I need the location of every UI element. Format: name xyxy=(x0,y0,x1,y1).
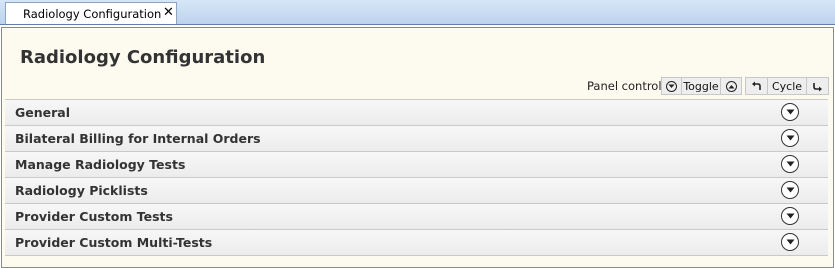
panel-control-label: Panel control xyxy=(587,79,662,93)
panel-label: Radiology Picklists xyxy=(15,183,148,198)
chevron-down-icon[interactable] xyxy=(781,207,799,225)
cycle-back-button[interactable] xyxy=(746,78,768,94)
cycle-forward-icon xyxy=(813,82,822,91)
panel-row-general[interactable]: General xyxy=(5,100,828,126)
main-panel: Radiology Configuration Panel control To… xyxy=(1,27,834,268)
tab-label: Radiology Configuration xyxy=(23,7,162,21)
expand-all-icon xyxy=(666,80,677,92)
cycle-back-icon xyxy=(752,81,761,90)
panel-label: Bilateral Billing for Internal Orders xyxy=(15,131,261,146)
chevron-down-icon[interactable] xyxy=(781,129,799,147)
chevron-down-icon[interactable] xyxy=(781,103,799,121)
panel-row-bilateral-billing[interactable]: Bilateral Billing for Internal Orders xyxy=(5,126,828,152)
chevron-down-icon[interactable] xyxy=(781,155,799,173)
close-icon[interactable]: ✕ xyxy=(163,5,174,21)
collapse-all-button[interactable] xyxy=(721,78,741,94)
tab-bar: Radiology Configuration ✕ xyxy=(0,0,835,25)
chevron-down-icon[interactable] xyxy=(781,181,799,199)
cycle-control-group: Cycle xyxy=(745,77,829,95)
panel-label: Provider Custom Tests xyxy=(15,209,173,224)
panel-row-manage-radiology-tests[interactable]: Manage Radiology Tests xyxy=(5,152,828,178)
cycle-button[interactable]: Cycle xyxy=(768,78,807,94)
panel-row-provider-custom-multi-tests[interactable]: Provider Custom Multi-Tests xyxy=(5,230,828,256)
panel-row-provider-custom-tests[interactable]: Provider Custom Tests xyxy=(5,204,828,230)
cycle-forward-button[interactable] xyxy=(807,78,828,94)
toggle-button[interactable]: Toggle xyxy=(682,78,721,94)
chevron-down-icon[interactable] xyxy=(781,233,799,251)
panel-label: Provider Custom Multi-Tests xyxy=(15,235,213,250)
toggle-control-group: Toggle xyxy=(661,77,742,95)
collapse-all-icon xyxy=(725,80,737,92)
panel-label: Manage Radiology Tests xyxy=(15,157,186,172)
tab-radiology-configuration[interactable]: Radiology Configuration ✕ xyxy=(5,2,177,24)
panel-row-radiology-picklists[interactable]: Radiology Picklists xyxy=(5,178,828,204)
page-title: Radiology Configuration xyxy=(20,47,266,68)
panel-label: General xyxy=(15,105,70,120)
expand-all-button[interactable] xyxy=(662,78,682,94)
panel-list: General Bilateral Billing for Internal O… xyxy=(5,99,828,260)
